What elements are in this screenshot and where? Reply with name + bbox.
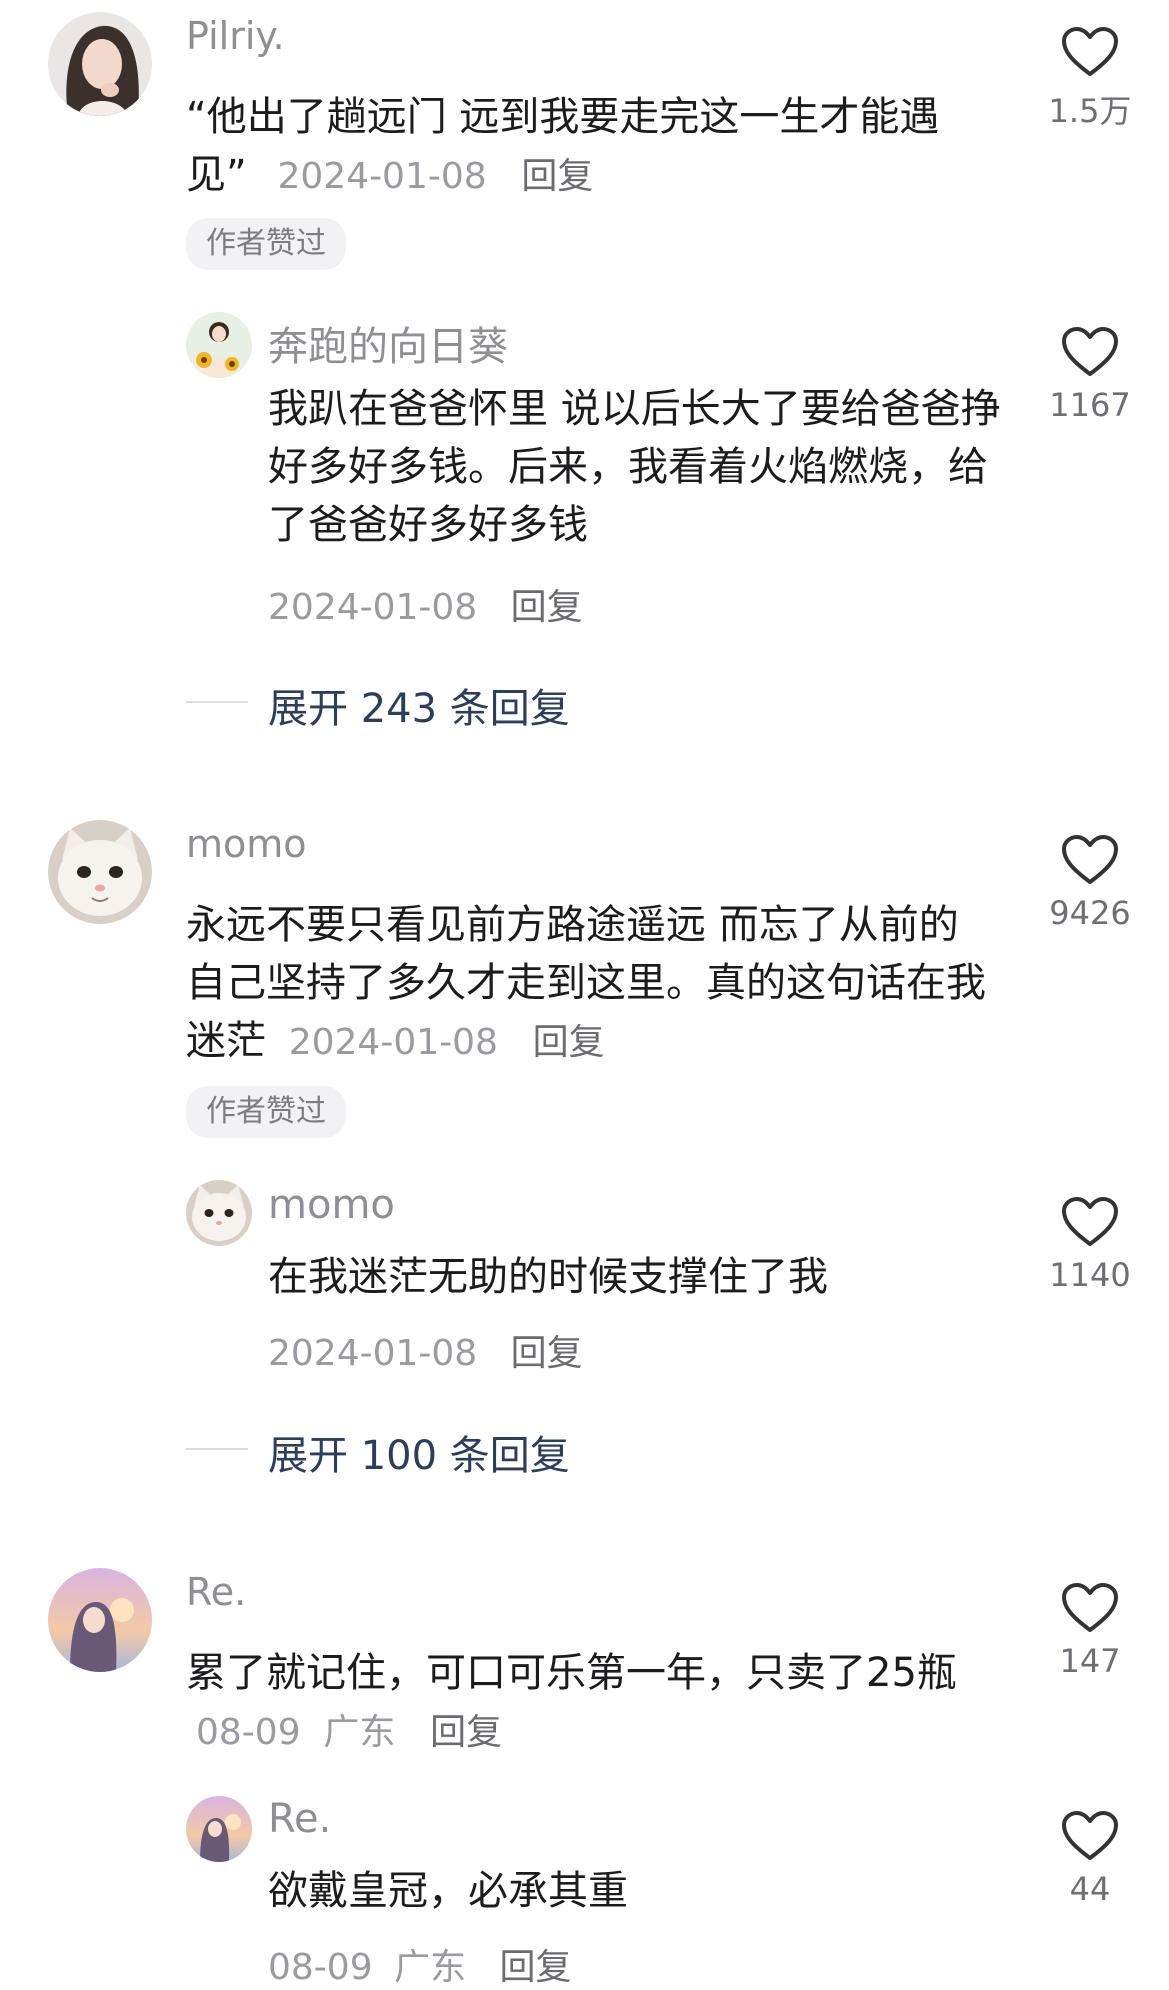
heart-icon[interactable] (1061, 26, 1119, 78)
reply-button[interactable]: 回复 (511, 1333, 583, 1374)
expand-divider (186, 1448, 248, 1450)
like-count: 9426 (1049, 894, 1131, 932)
author-liked-badge: 作者赞过 (186, 218, 346, 270)
user-avatar[interactable] (48, 1568, 152, 1672)
comment-location: 广东 (323, 1712, 396, 1753)
reply-author[interactable]: 奔跑的向日葵 (268, 314, 508, 372)
expand-divider (186, 701, 248, 703)
sunset-girl-avatar-icon (186, 1796, 252, 1862)
cat-face-avatar-icon (186, 1180, 252, 1246)
expand-replies-link[interactable]: 展开 243 条回复 (268, 676, 570, 734)
reply-author[interactable]: momo (268, 1182, 395, 1228)
user-avatar[interactable] (186, 312, 252, 378)
user-avatar[interactable] (186, 1796, 252, 1862)
comment-text: 永远不要只看见前方路途遥远 而忘了从前的自己坚持了多久才走到这里。真的这句话在我… (186, 896, 986, 1072)
cat-face-avatar-icon (48, 820, 152, 924)
sunset-girl-avatar-icon (48, 1568, 152, 1672)
comment-date: 08-09 (196, 1712, 301, 1753)
like-button[interactable]: 147 (1020, 1582, 1160, 1680)
like-count: 147 (1059, 1642, 1121, 1680)
reply-date: 2024-01-08 (268, 587, 478, 628)
reply-meta: 2024-01-08 回复 (268, 1324, 583, 1376)
comment-date: 2024-01-08 (277, 156, 487, 197)
heart-icon[interactable] (1061, 326, 1119, 378)
heart-icon[interactable] (1061, 1582, 1119, 1634)
like-count: 1140 (1049, 1256, 1131, 1294)
like-button[interactable]: 44 (1020, 1810, 1160, 1908)
comment-author[interactable]: Re. (186, 1570, 246, 1614)
reply-author[interactable]: Re. (268, 1796, 331, 1842)
author-liked-badge: 作者赞过 (186, 1086, 346, 1138)
reply-text: 欲戴皇冠，必承其重 (268, 1868, 628, 1914)
like-count: 44 (1069, 1870, 1111, 1908)
like-count: 1167 (1049, 386, 1131, 424)
reply-meta: 2024-01-08 回复 (268, 578, 583, 630)
girl-with-sunflowers-avatar-icon (186, 312, 252, 378)
user-avatar[interactable] (48, 12, 152, 116)
reply-date: 08-09 (268, 1947, 373, 1988)
reply-date: 2024-01-08 (268, 1333, 478, 1374)
heart-icon[interactable] (1061, 1196, 1119, 1248)
like-button[interactable]: 1167 (1020, 326, 1160, 424)
like-count: 1.5万 (1048, 92, 1132, 130)
comment-date: 2024-01-08 (288, 1022, 498, 1063)
reply-button[interactable]: 回复 (430, 1712, 502, 1753)
user-avatar[interactable] (48, 820, 152, 924)
comment-body: 累了就记住，可口可乐第一年，只卖了25瓶 (186, 1650, 957, 1696)
reply-button[interactable]: 回复 (521, 156, 593, 197)
reply-text: 在我迷茫无助的时候支撑住了我 (268, 1254, 828, 1300)
like-button[interactable]: 1.5万 (1020, 26, 1160, 132)
user-avatar[interactable] (186, 1180, 252, 1246)
comment-text: 累了就记住，可口可乐第一年，只卖了25瓶 08-09 广东 回复 (186, 1644, 986, 1762)
like-button[interactable]: 1140 (1020, 1196, 1160, 1294)
comment-text: “他出了趟远门 远到我要走完这一生才能遇见” 2024-01-08 回复 (186, 88, 986, 206)
reply-location: 广东 (394, 1947, 467, 1988)
expand-replies-link[interactable]: 展开 100 条回复 (268, 1423, 570, 1481)
heart-icon[interactable] (1061, 834, 1119, 886)
reply-meta: 08-09 广东 回复 (268, 1938, 572, 1990)
reply-button[interactable]: 回复 (533, 1022, 605, 1063)
like-button[interactable]: 9426 (1020, 834, 1160, 932)
comment-author[interactable]: Pilriy. (186, 14, 285, 58)
heart-icon[interactable] (1061, 1810, 1119, 1862)
reply-button[interactable]: 回复 (500, 1947, 572, 1988)
comment-author[interactable]: momo (186, 822, 307, 866)
reply-text: 我趴在爸爸怀里 说以后长大了要给爸爸挣好多好多钱。后来，我看着火焰燃烧，给了爸爸… (268, 386, 1001, 548)
reply-button[interactable]: 回复 (511, 587, 583, 628)
woman-portrait-avatar-icon (48, 12, 152, 116)
